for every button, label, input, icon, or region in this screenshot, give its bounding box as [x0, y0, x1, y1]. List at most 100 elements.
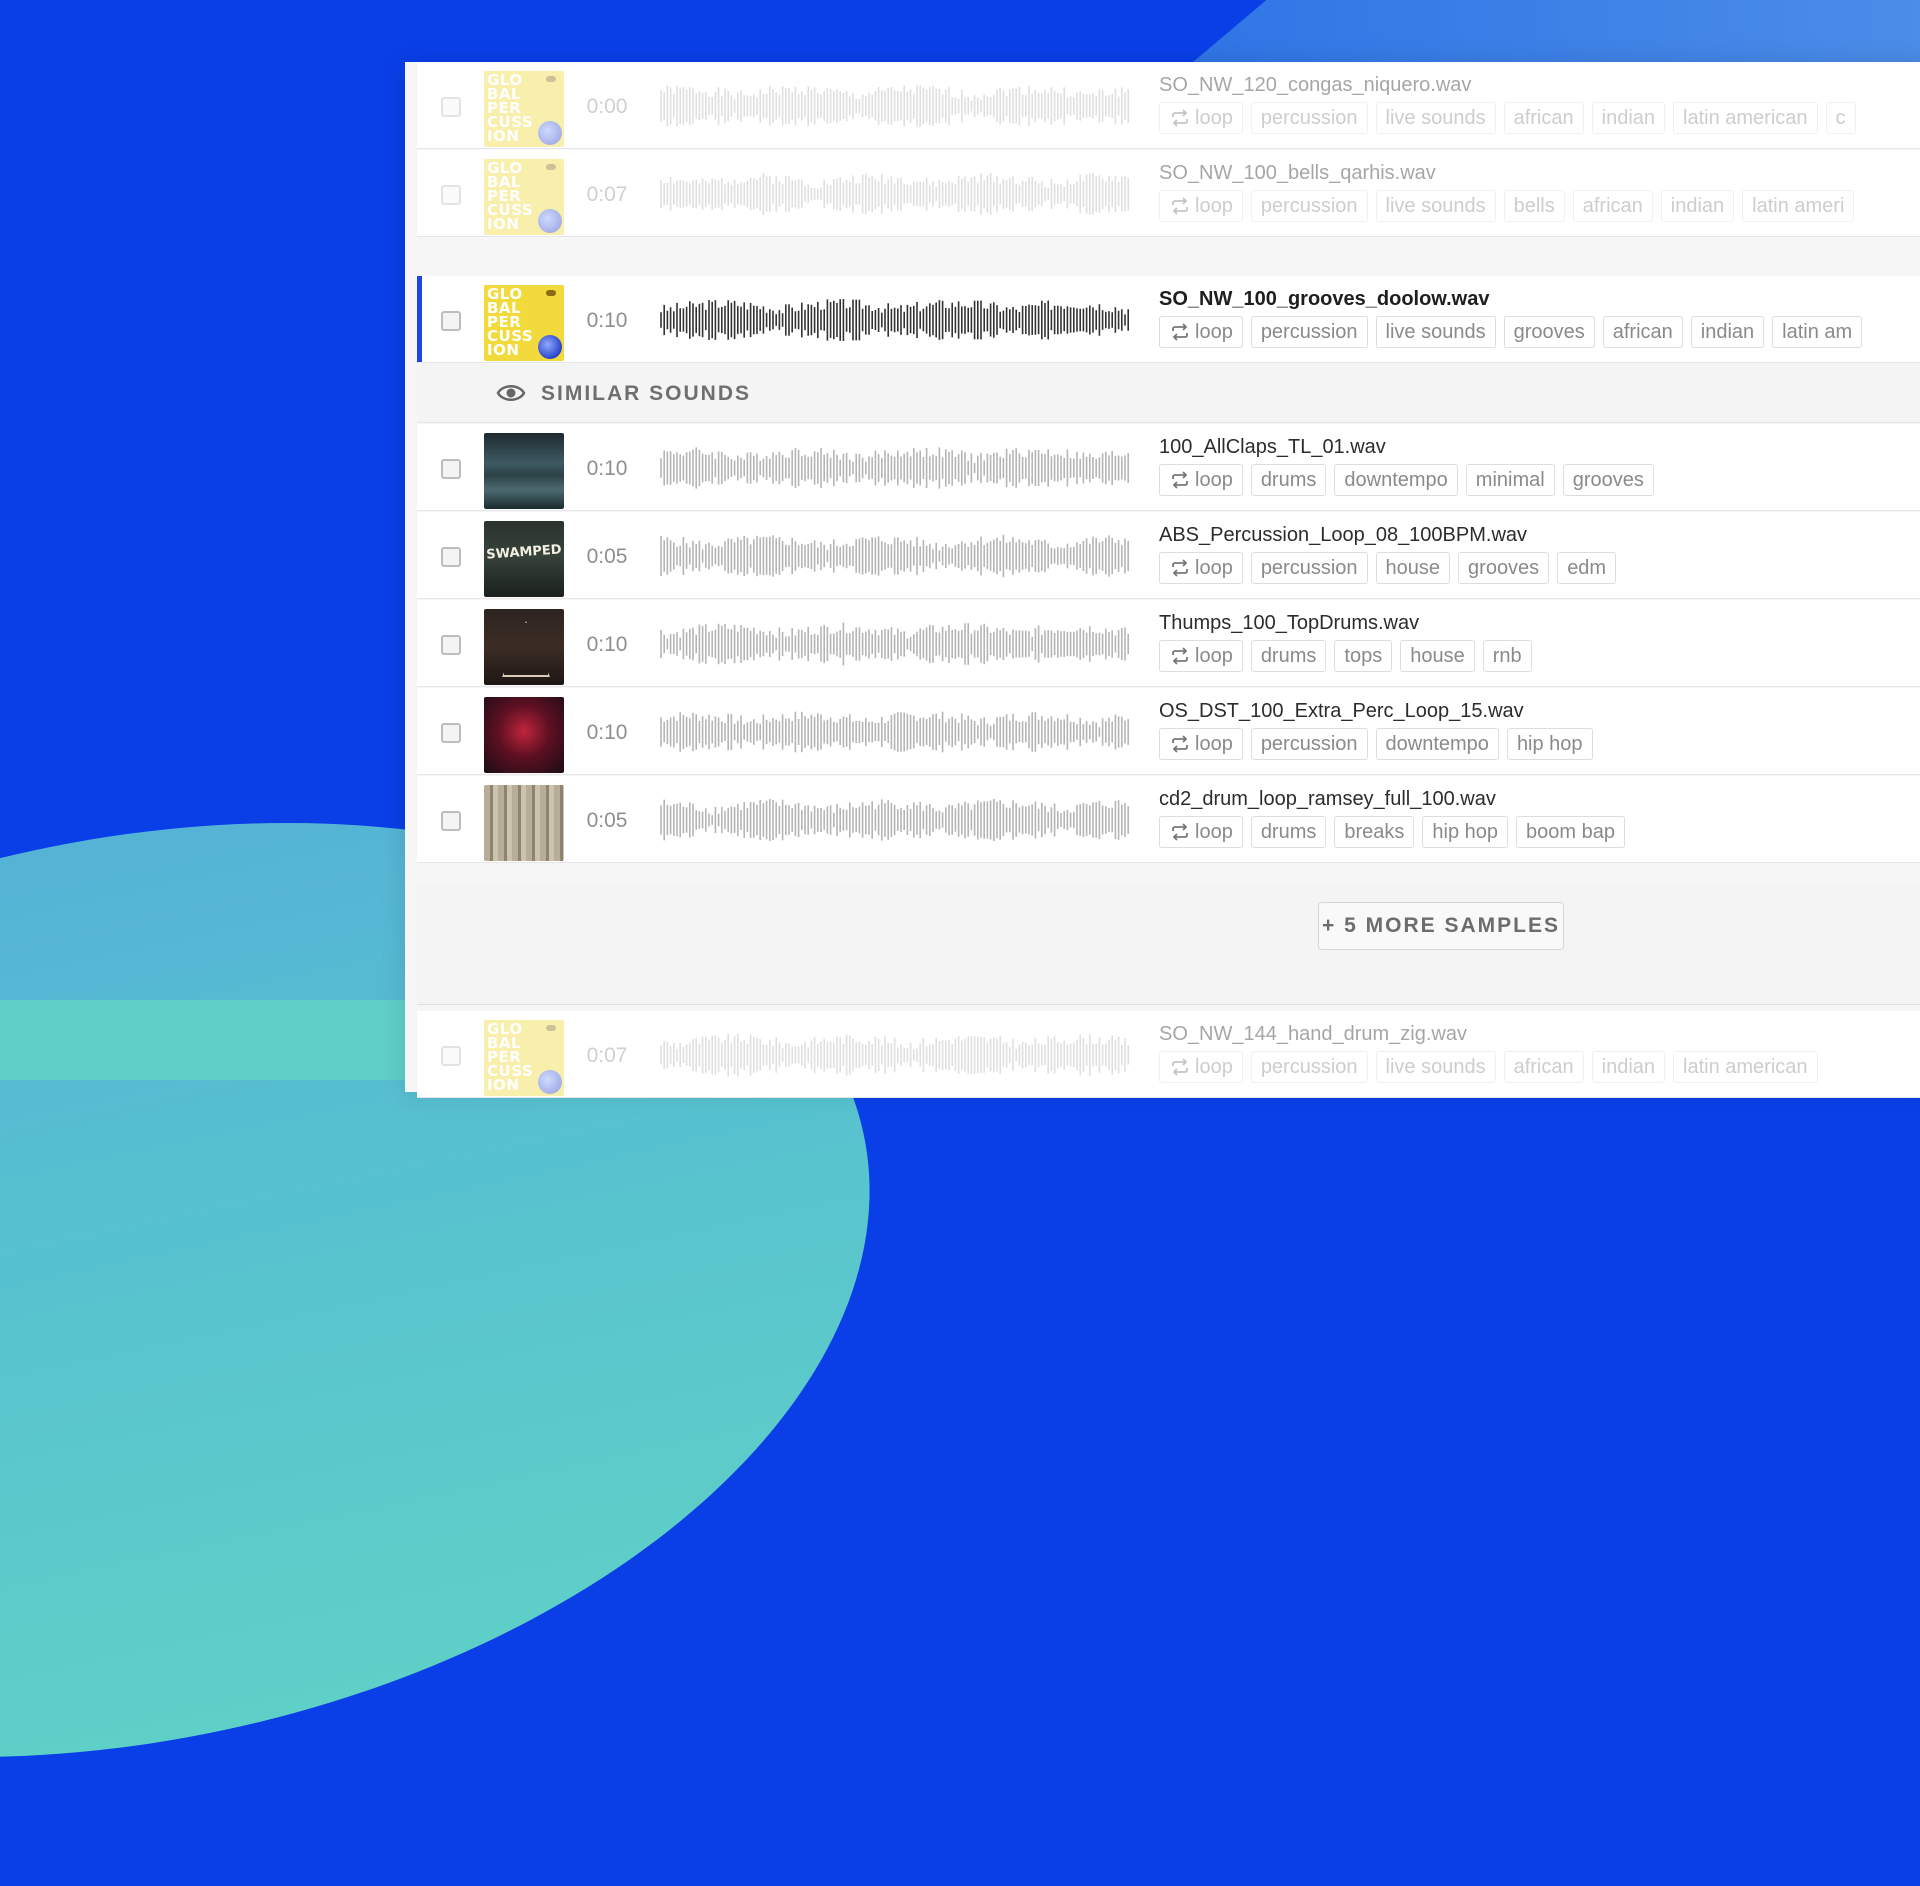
tag[interactable]: latin ameri	[1742, 190, 1855, 222]
album-cover[interactable]	[484, 609, 564, 685]
tag[interactable]: african	[1503, 102, 1584, 134]
sample-row-selected[interactable]: GLO BAL PER CUSS ION 0:10 SO_NW_100_groove…	[417, 276, 1920, 363]
tag-loop[interactable]: loop	[1159, 552, 1243, 584]
tag[interactable]: hip hop	[1422, 816, 1509, 848]
tag[interactable]: latin american	[1673, 1051, 1818, 1083]
waveform[interactable]	[660, 796, 1130, 844]
duration: 0:05	[586, 545, 628, 568]
select-checkbox[interactable]	[441, 185, 461, 205]
tag[interactable]: live sounds	[1375, 316, 1496, 348]
tag[interactable]: house	[1375, 552, 1451, 584]
tag[interactable]: grooves	[1458, 552, 1550, 584]
select-checkbox[interactable]	[441, 811, 461, 831]
tag-loop[interactable]: loop	[1159, 316, 1243, 348]
tag-loop[interactable]: loop	[1159, 102, 1243, 134]
waveform[interactable]	[660, 708, 1130, 756]
tag[interactable]: edm	[1557, 552, 1617, 584]
tag[interactable]: latin am	[1772, 316, 1863, 348]
sample-filename[interactable]: OS_DST_100_Extra_Perc_Loop_15.wav	[1159, 700, 1524, 723]
sample-filename[interactable]: SO_NW_100_grooves_doolow.wav	[1159, 288, 1489, 311]
tag-loop[interactable]: loop	[1159, 816, 1243, 848]
tag[interactable]: breaks	[1334, 816, 1415, 848]
similar-sample-row[interactable]: 0:10 OS_DST_100_Extra_Perc_Loop_15.wav loo…	[417, 688, 1920, 775]
tag-loop[interactable]: loop	[1159, 640, 1243, 672]
select-checkbox[interactable]	[441, 547, 461, 567]
tag[interactable]: indian	[1591, 102, 1666, 134]
tag-label: loop	[1195, 557, 1233, 579]
tag[interactable]: tops	[1334, 640, 1393, 672]
tag[interactable]: drums	[1250, 640, 1327, 672]
sample-filename[interactable]: SO_NW_144_hand_drum_zig.wav	[1159, 1023, 1467, 1046]
sample-filename[interactable]: ABS_Percussion_Loop_08_100BPM.wav	[1159, 524, 1527, 547]
tag[interactable]: percussion	[1250, 102, 1368, 134]
tag[interactable]: minimal	[1465, 464, 1555, 496]
tag[interactable]: rnb	[1482, 640, 1532, 672]
album-cover[interactable]: SWAMPED	[484, 521, 564, 597]
sample-filename[interactable]: 100_AllClaps_TL_01.wav	[1159, 436, 1386, 459]
album-cover[interactable]: GLO BAL PER CUSS ION	[484, 1020, 564, 1096]
waveform[interactable]	[660, 620, 1130, 668]
sample-row[interactable]: GLO BAL PER CUSS ION 0:07 SO_NW_144_hand_d…	[417, 1011, 1920, 1098]
tag[interactable]: live sounds	[1375, 102, 1496, 134]
tag-loop[interactable]: loop	[1159, 464, 1243, 496]
tag-loop[interactable]: loop	[1159, 190, 1243, 222]
sample-filename[interactable]: cd2_drum_loop_ramsey_full_100.wav	[1159, 788, 1496, 811]
tag[interactable]: drums	[1250, 464, 1327, 496]
select-checkbox[interactable]	[441, 635, 461, 655]
tag[interactable]: percussion	[1250, 552, 1368, 584]
tag[interactable]: african	[1503, 1051, 1584, 1083]
tag[interactable]: drums	[1250, 816, 1327, 848]
tag[interactable]: live sounds	[1375, 190, 1496, 222]
tag[interactable]: downtempo	[1375, 728, 1499, 760]
waveform[interactable]	[660, 1031, 1130, 1079]
tag[interactable]: percussion	[1250, 728, 1368, 760]
tag[interactable]: percussion	[1250, 190, 1368, 222]
sample-filename[interactable]: Thumps_100_TopDrums.wav	[1159, 612, 1419, 635]
waveform[interactable]	[660, 296, 1130, 344]
select-checkbox[interactable]	[441, 311, 461, 331]
tag-loop[interactable]: loop	[1159, 728, 1243, 760]
tag[interactable]: indian	[1690, 316, 1765, 348]
tag[interactable]: percussion	[1250, 316, 1368, 348]
tag[interactable]: grooves	[1503, 316, 1595, 348]
tag-loop[interactable]: loop	[1159, 1051, 1243, 1083]
tag[interactable]: indian	[1660, 190, 1735, 222]
tag[interactable]: live sounds	[1375, 1051, 1496, 1083]
sample-row[interactable]: GLO BAL PER CUSS ION 0:00 SO_NW_120_congas…	[417, 62, 1920, 149]
tag[interactable]: c	[1825, 102, 1856, 134]
similar-sample-row[interactable]: SWAMPED 0:05 ABS_Percussion_Loop_08_100BPM…	[417, 512, 1920, 599]
select-checkbox[interactable]	[441, 97, 461, 117]
album-cover[interactable]	[484, 433, 564, 509]
tag[interactable]: grooves	[1562, 464, 1654, 496]
select-checkbox[interactable]	[441, 723, 461, 743]
waveform[interactable]	[660, 82, 1130, 130]
tag[interactable]: downtempo	[1334, 464, 1458, 496]
tag[interactable]: percussion	[1250, 1051, 1368, 1083]
tag[interactable]: african	[1602, 316, 1683, 348]
album-cover[interactable]: GLO BAL PER CUSS ION	[484, 71, 564, 147]
waveform[interactable]	[660, 532, 1130, 580]
waveform[interactable]	[660, 170, 1130, 218]
tag[interactable]: boom bap	[1516, 816, 1626, 848]
sample-filename[interactable]: SO_NW_100_bells_qarhis.wav	[1159, 162, 1436, 185]
loop-icon	[1172, 1058, 1188, 1076]
tag[interactable]: house	[1400, 640, 1475, 672]
tag[interactable]: african	[1572, 190, 1653, 222]
select-checkbox[interactable]	[441, 1046, 461, 1066]
album-cover[interactable]	[484, 785, 564, 861]
waveform[interactable]	[660, 444, 1130, 492]
album-cover[interactable]: GLO BAL PER CUSS ION	[484, 159, 564, 235]
tag[interactable]: hip hop	[1506, 728, 1593, 760]
sample-filename[interactable]: SO_NW_120_congas_niquero.wav	[1159, 74, 1471, 97]
more-samples-button[interactable]: + 5 MORE SAMPLES	[1318, 902, 1564, 950]
similar-sample-row[interactable]: 0:05 cd2_drum_loop_ramsey_full_100.wav loo…	[417, 776, 1920, 863]
tag[interactable]: indian	[1591, 1051, 1666, 1083]
album-cover[interactable]: GLO BAL PER CUSS ION	[484, 285, 564, 361]
select-checkbox[interactable]	[441, 459, 461, 479]
similar-sample-row[interactable]: 0:10 Thumps_100_TopDrums.wav loop drums tops…	[417, 600, 1920, 687]
sample-row[interactable]: GLO BAL PER CUSS ION 0:07 SO_NW_100_bells_…	[417, 150, 1920, 237]
tag[interactable]: bells	[1503, 190, 1565, 222]
tag[interactable]: latin american	[1673, 102, 1818, 134]
similar-sample-row[interactable]: 0:10 100_AllClaps_TL_01.wav loop drums downt…	[417, 424, 1920, 511]
album-cover[interactable]	[484, 697, 564, 773]
